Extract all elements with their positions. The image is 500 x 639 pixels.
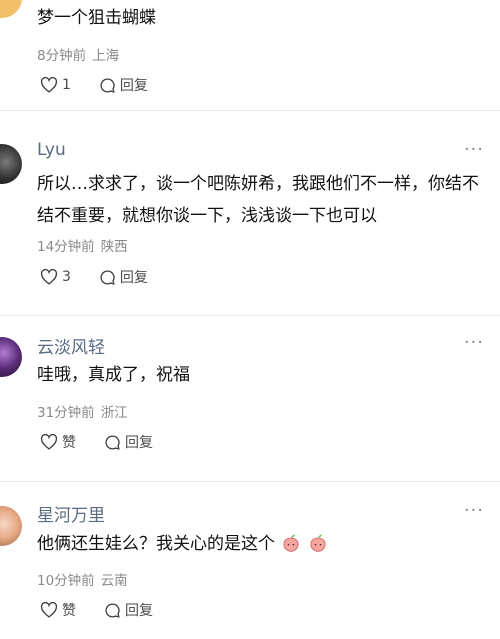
more-options-button[interactable]: ··· [464,332,484,353]
comment-item: 星河万里 ··· 他俩还生娃么？我关心的是这个 10分钟前 云南 赞 回复 [0,482,500,639]
reply-label: 回复 [119,270,148,286]
comment-text: 他俩还生娃么？我关心的是这个 [37,528,486,560]
heart-icon [40,434,58,450]
comment-location: 浙江 [100,405,128,421]
reply-button[interactable]: 回复 [99,267,148,287]
comment-actions: 赞 回复 [40,432,181,452]
like-button[interactable]: 3 [40,269,71,285]
like-button[interactable]: 赞 [40,600,76,620]
comment-time: 31分钟前 [37,405,95,421]
comment-username[interactable]: Lyu [37,140,66,160]
comment-item: 云淡风轻 ··· 哇哦，真成了，祝福 31分钟前 浙江 赞 回复 [0,316,500,482]
comment-text: 梦一个狙击蝴蝶 [37,8,156,28]
more-options-button[interactable]: ··· [464,139,484,160]
comment-time: 8分钟前 [37,48,87,64]
like-button[interactable]: 1 [40,77,71,93]
comment-actions: 赞 回复 [40,600,181,620]
avatar[interactable] [0,144,22,184]
more-options-button[interactable]: ··· [464,500,484,521]
reply-label: 回复 [125,435,153,451]
heart-icon [40,602,58,618]
like-label: 赞 [62,435,76,451]
speech-bubble-icon [105,434,120,450]
like-count: 1 [62,77,71,93]
reply-button[interactable]: 回复 [104,432,153,452]
comment-item: Lyu ··· 所以…求求了，谈一个吧陈妍希，我跟他们不一样，你结不结不重要，就… [0,111,500,316]
comment-actions: 3 回复 [40,267,176,287]
comment-item: 梦一个狙击蝴蝶 8分钟前 上海 1 回复 [0,0,500,111]
comment-location: 陕西 [100,239,128,255]
heart-icon [40,77,58,93]
comment-meta: 8分钟前 上海 [37,44,119,64]
like-count: 3 [62,269,71,285]
comment-time: 10分钟前 [37,573,95,589]
comment-username[interactable]: 星河万里 [37,501,105,526]
reply-label: 回复 [125,603,153,619]
comment-meta: 10分钟前 云南 [37,569,128,589]
comment-time: 14分钟前 [37,239,95,255]
peach-emoji-icon [310,534,326,552]
heart-icon [40,269,58,285]
comment-text-body: 他俩还生娃么？我关心的是这个 [37,534,275,554]
avatar[interactable] [0,0,22,18]
comment-location: 上海 [92,48,120,64]
speech-bubble-icon [105,602,120,618]
comment-meta: 31分钟前 浙江 [37,401,128,421]
comment-username[interactable]: 云淡风轻 [37,333,105,358]
avatar[interactable] [0,337,22,377]
comment-meta: 14分钟前 陕西 [37,235,128,255]
avatar[interactable] [0,506,22,546]
like-label: 赞 [62,603,76,619]
speech-bubble-icon [100,77,115,93]
reply-button[interactable]: 回复 [104,600,153,620]
reply-button[interactable]: 回复 [99,75,148,95]
speech-bubble-icon [100,269,115,285]
comment-actions: 1 回复 [40,75,176,95]
like-button[interactable]: 赞 [40,432,76,452]
peach-emoji-icon [283,534,299,552]
reply-label: 回复 [119,78,148,94]
comment-location: 云南 [100,573,128,589]
comment-text: 所以…求求了，谈一个吧陈妍希，我跟他们不一样，你结不结不重要，就想你谈一下，浅浅… [37,174,479,226]
comment-text: 哇哦，真成了，祝福 [37,365,190,385]
